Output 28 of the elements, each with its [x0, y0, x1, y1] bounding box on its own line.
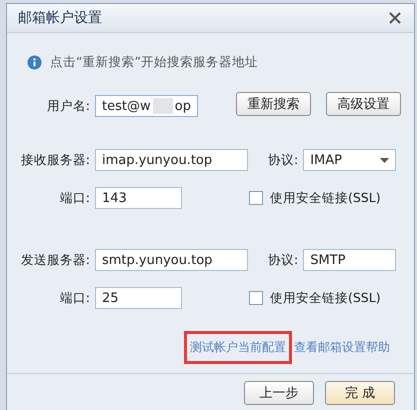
help-link[interactable]: 测试帐户当前配置	[184, 331, 292, 364]
protocol-field[interactable]: SMTP	[303, 249, 396, 271]
ssl-checkbox[interactable]	[249, 191, 263, 205]
username-field[interactable]: test@w op	[95, 95, 198, 117]
field-label: 协议:	[268, 152, 298, 168]
caret-icon	[380, 158, 390, 162]
action-button[interactable]: 重新搜索	[236, 92, 311, 116]
info-icon	[27, 54, 42, 70]
checkbox-label: 使用安全链接(SSL)	[270, 190, 381, 206]
checkbox-label: 使用安全链接(SSL)	[270, 290, 381, 306]
protocol-dropdown[interactable]: IMAP	[303, 149, 396, 171]
footer-button[interactable]: 上一步	[244, 380, 314, 404]
footer-button[interactable]: 完 成	[325, 380, 395, 404]
port-field[interactable]: 143	[95, 187, 182, 209]
field-label: 发送服务器:	[20, 252, 90, 268]
action-button[interactable]: 高级设置	[326, 92, 401, 116]
hint-text: 点击“重新搜索”开始搜索服务器地址	[50, 54, 258, 70]
ssl-checkbox[interactable]	[249, 291, 263, 305]
field-label: 接收服务器:	[20, 152, 90, 168]
close-icon[interactable]	[388, 11, 402, 25]
field-label: 端口:	[58, 290, 90, 306]
field-label: 用户名:	[46, 98, 90, 114]
server-field[interactable]: imap.yunyou.top	[95, 149, 248, 171]
server-field[interactable]: smtp.yunyou.top	[95, 249, 248, 271]
window-title: 邮箱帐户设置	[18, 9, 102, 27]
field-label: 协议:	[268, 252, 298, 268]
port-field[interactable]: 25	[95, 287, 182, 309]
field-label: 端口:	[58, 190, 90, 206]
